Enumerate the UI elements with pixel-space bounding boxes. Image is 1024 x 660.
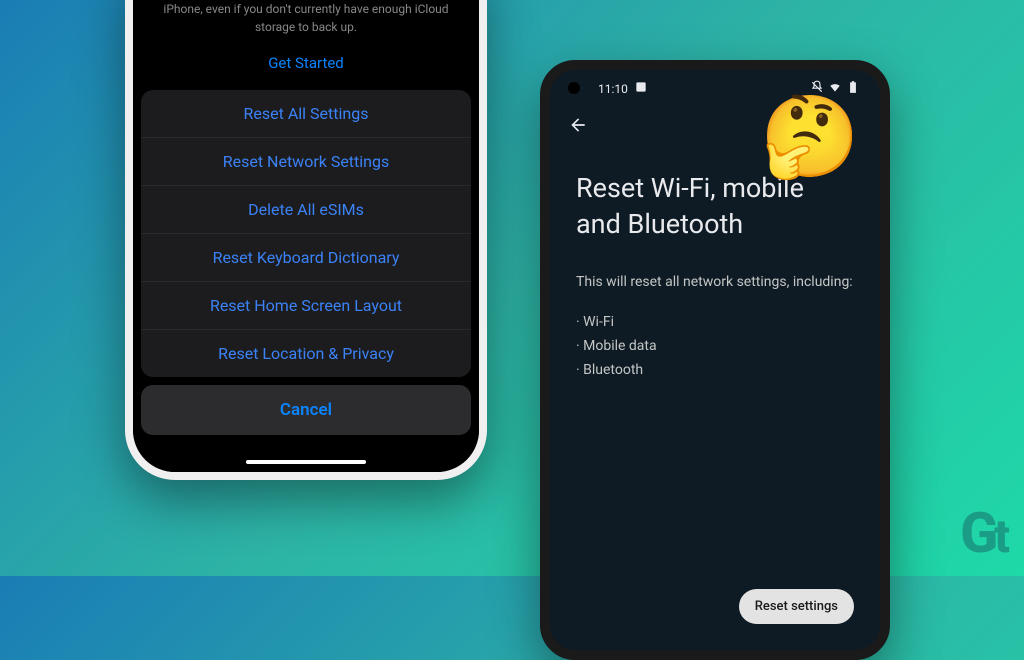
thinking-emoji: 🤔: [760, 90, 860, 184]
action-group: Reset All Settings Reset Network Setting…: [141, 90, 471, 377]
status-left: 11:10: [598, 80, 648, 97]
page-description: This will reset all network settings, in…: [576, 271, 854, 293]
reset-home-screen-layout-button[interactable]: Reset Home Screen Layout: [141, 282, 471, 330]
reset-settings-button[interactable]: Reset settings: [739, 589, 854, 624]
cancel-button[interactable]: Cancel: [141, 385, 471, 435]
gt-watermark: Gt: [960, 500, 1006, 566]
reset-location-privacy-button[interactable]: Reset Location & Privacy: [141, 330, 471, 377]
reset-all-settings-button[interactable]: Reset All Settings: [141, 90, 471, 138]
list-item: · Mobile data: [576, 335, 854, 359]
session-icon: [634, 80, 648, 97]
get-started-link[interactable]: Get Started: [163, 54, 449, 72]
reset-keyboard-dictionary-button[interactable]: Reset Keyboard Dictionary: [141, 234, 471, 282]
home-indicator[interactable]: [246, 460, 366, 464]
delete-all-esims-button[interactable]: Delete All eSIMs: [141, 186, 471, 234]
reset-items-list: · Wi-Fi · Mobile data · Bluetooth: [576, 311, 854, 382]
iphone-header: Prepare for New iPhone Make sure everyth…: [133, 0, 479, 90]
action-sheet: Reset All Settings Reset Network Setting…: [141, 90, 471, 435]
iphone-screen: Prepare for New iPhone Make sure everyth…: [133, 0, 479, 472]
reset-network-settings-button[interactable]: Reset Network Settings: [141, 138, 471, 186]
list-item: · Bluetooth: [576, 359, 854, 383]
list-item: · Wi-Fi: [576, 311, 854, 335]
status-time: 11:10: [598, 82, 628, 96]
camera-hole: [568, 82, 580, 94]
iphone-device: Prepare for New iPhone Make sure everyth…: [125, 0, 487, 480]
prepare-description: Make sure everything's ready to transfer…: [163, 0, 449, 36]
